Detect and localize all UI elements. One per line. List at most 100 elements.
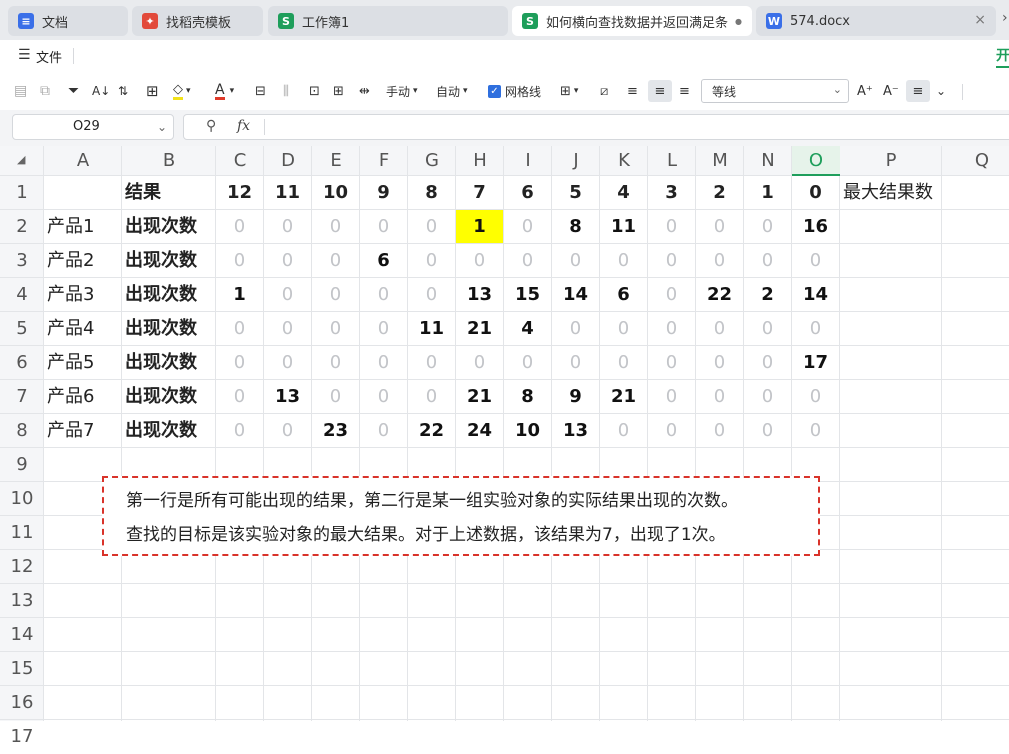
count-value[interactable]: 0 xyxy=(696,244,743,277)
tab-4[interactable]: S 如何横向查找数据并返回满足条件的 ● xyxy=(512,6,752,36)
count-value[interactable]: 0 xyxy=(744,380,791,413)
product-name[interactable]: 产品4 xyxy=(44,312,121,345)
count-value[interactable]: 0 xyxy=(216,380,263,413)
count-value[interactable]: 0 xyxy=(408,210,455,243)
count-value[interactable]: 0 xyxy=(312,210,359,243)
count-value[interactable]: 0 xyxy=(504,346,551,379)
product-name[interactable]: 产品5 xyxy=(44,346,121,379)
product-name[interactable]: 产品3 xyxy=(44,278,121,311)
count-label[interactable]: 出现次数 xyxy=(122,312,215,345)
column-header-p[interactable]: P xyxy=(840,146,942,176)
count-value[interactable]: 0 xyxy=(408,346,455,379)
row-header-17[interactable]: 17 xyxy=(0,720,44,754)
row-header-13[interactable]: 13 xyxy=(0,584,44,618)
result-value[interactable]: 0 xyxy=(792,176,839,209)
row-header-10[interactable]: 10 xyxy=(0,482,44,516)
border-icon[interactable]: ⊞ xyxy=(146,81,159,101)
count-value[interactable]: 0 xyxy=(312,346,359,379)
count-value[interactable]: 0 xyxy=(696,380,743,413)
count-value[interactable]: 21 xyxy=(456,312,503,345)
count-value[interactable]: 0 xyxy=(360,380,407,413)
count-value[interactable]: 10 xyxy=(504,414,551,447)
column-header-j[interactable]: J xyxy=(552,146,600,176)
count-value[interactable]: 17 xyxy=(792,346,839,379)
count-value[interactable]: 0 xyxy=(216,414,263,447)
count-value[interactable]: 0 xyxy=(696,210,743,243)
spreadsheet-grid[interactable]: ◢ A B C D E F G H I J K L M N O P Q 1 2 3 4 5 6 7 8 9 10 11 12 13 14 15 1… xyxy=(0,146,1009,747)
modified-dot-icon[interactable]: ● xyxy=(735,17,742,26)
result-value[interactable]: 5 xyxy=(552,176,599,209)
count-value[interactable]: 0 xyxy=(264,244,311,277)
result-value[interactable]: 2 xyxy=(696,176,743,209)
tab-1[interactable]: ≡ 文档 xyxy=(8,6,128,36)
result-value[interactable]: 11 xyxy=(264,176,311,209)
column-header-o[interactable]: O xyxy=(792,146,840,176)
count-value[interactable]: 0 xyxy=(360,414,407,447)
column-header-g[interactable]: G xyxy=(408,146,456,176)
count-value[interactable]: 0 xyxy=(792,244,839,277)
count-value[interactable]: 0 xyxy=(744,312,791,345)
product-name[interactable]: 产品2 xyxy=(44,244,121,277)
count-value[interactable]: 0 xyxy=(456,346,503,379)
count-value[interactable]: 0 xyxy=(552,346,599,379)
count-value[interactable]: 0 xyxy=(264,414,311,447)
copy-format-icon[interactable]: ⧉ xyxy=(40,81,50,101)
sort-desc-icon[interactable]: ⇅ xyxy=(118,81,128,101)
count-label[interactable]: 出现次数 xyxy=(122,244,215,277)
count-value[interactable]: 0 xyxy=(360,346,407,379)
start-tab[interactable]: 开 xyxy=(996,45,1009,68)
count-value[interactable]: 0 xyxy=(360,210,407,243)
result-value[interactable]: 12 xyxy=(216,176,263,209)
count-value[interactable]: 2 xyxy=(744,278,791,311)
count-value[interactable]: 14 xyxy=(552,278,599,311)
formula-input-box[interactable]: ⚲ fx xyxy=(183,114,1009,140)
count-value[interactable]: 0 xyxy=(696,346,743,379)
column-header-e[interactable]: E xyxy=(312,146,360,176)
count-value[interactable]: 0 xyxy=(792,414,839,447)
fx-label[interactable]: fx xyxy=(237,118,250,134)
count-value[interactable]: 13 xyxy=(456,278,503,311)
count-value[interactable]: 22 xyxy=(696,278,743,311)
column-header-h[interactable]: H xyxy=(456,146,504,176)
count-value[interactable]: 0 xyxy=(744,346,791,379)
row-header-2[interactable]: 2 xyxy=(0,210,44,244)
count-value[interactable]: 0 xyxy=(744,414,791,447)
count-value[interactable]: 0 xyxy=(504,210,551,243)
auto-button[interactable]: 自动 ▾ xyxy=(436,81,468,101)
count-value[interactable]: 0 xyxy=(312,244,359,277)
result-value[interactable]: 7 xyxy=(456,176,503,209)
count-value[interactable]: 0 xyxy=(600,244,647,277)
align-center-icon[interactable]: ≡ xyxy=(648,80,672,102)
count-value[interactable]: 0 xyxy=(648,244,695,277)
column-header-i[interactable]: I xyxy=(504,146,552,176)
row-header-14[interactable]: 14 xyxy=(0,618,44,652)
count-value[interactable]: 0 xyxy=(600,346,647,379)
zoom-icon[interactable]: ⚲ xyxy=(206,118,216,134)
count-value[interactable]: 0 xyxy=(552,312,599,345)
count-value[interactable]: 0 xyxy=(264,312,311,345)
count-value[interactable]: 8 xyxy=(552,210,599,243)
result-value[interactable]: 1 xyxy=(744,176,791,209)
count-value[interactable]: 0 xyxy=(552,244,599,277)
count-value[interactable]: 0 xyxy=(648,278,695,311)
result-value[interactable]: 4 xyxy=(600,176,647,209)
column-header-c[interactable]: C xyxy=(216,146,264,176)
count-value[interactable]: 16 xyxy=(792,210,839,243)
count-value[interactable]: 0 xyxy=(360,278,407,311)
tab-2[interactable]: ✦ 找稻壳模板 xyxy=(132,6,263,36)
row-header-5[interactable]: 5 xyxy=(0,312,44,346)
count-value[interactable]: 0 xyxy=(744,210,791,243)
align-left-icon[interactable]: ≡ xyxy=(627,81,638,101)
column-header-f[interactable]: F xyxy=(360,146,408,176)
count-value[interactable]: 22 xyxy=(408,414,455,447)
row-header-11[interactable]: 11 xyxy=(0,516,44,550)
count-value[interactable]: 0 xyxy=(792,380,839,413)
count-value[interactable]: 0 xyxy=(216,346,263,379)
count-value[interactable]: 8 xyxy=(504,380,551,413)
column-width-icon[interactable]: ⇹ xyxy=(359,81,370,101)
product-name[interactable]: 产品6 xyxy=(44,380,121,413)
count-value[interactable]: 13 xyxy=(552,414,599,447)
close-icon[interactable]: × xyxy=(974,12,986,28)
count-label[interactable]: 出现次数 xyxy=(122,380,215,413)
gridlines-checkbox[interactable]: ✓ 网格线 xyxy=(488,81,541,101)
